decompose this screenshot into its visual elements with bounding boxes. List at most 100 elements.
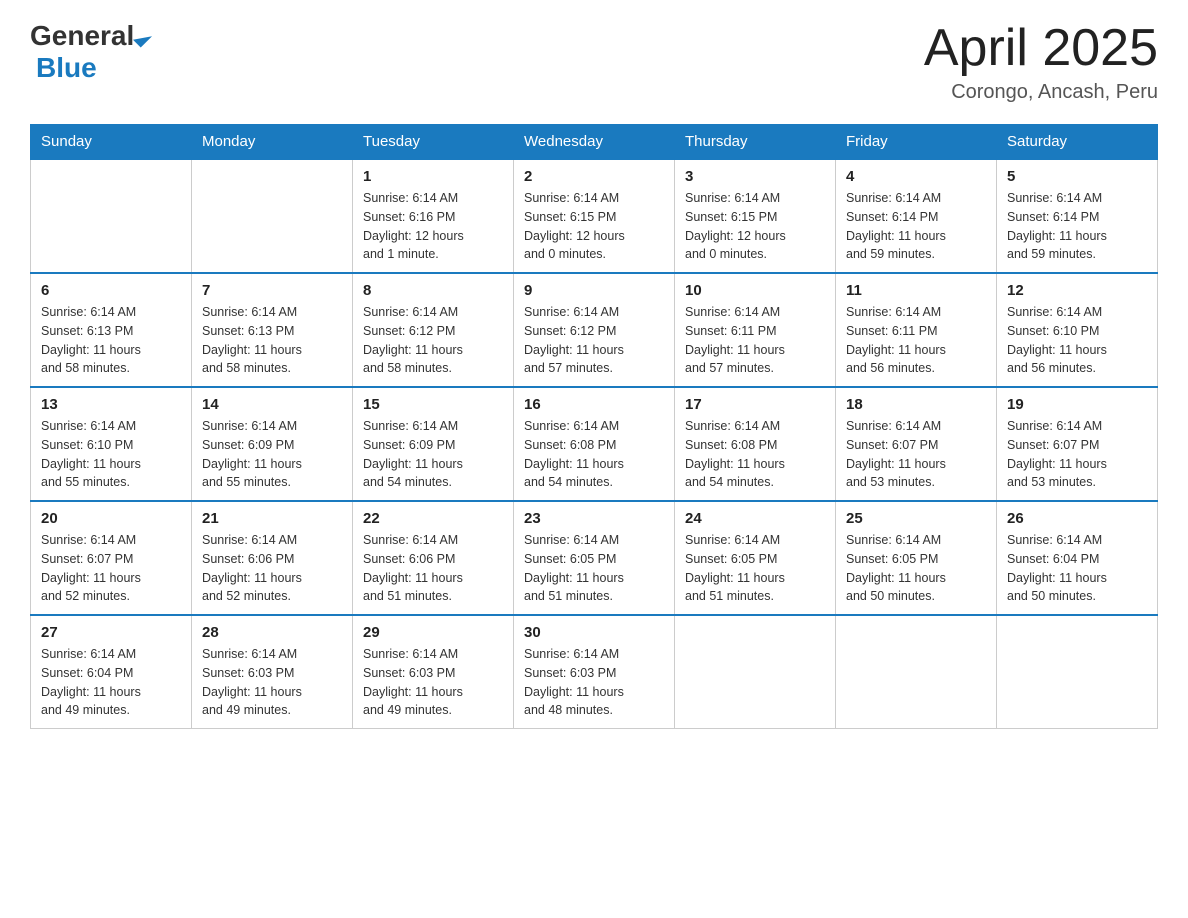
day-info: Sunrise: 6:14 AM Sunset: 6:07 PM Dayligh… bbox=[41, 531, 181, 606]
day-number: 15 bbox=[363, 396, 503, 413]
calendar-cell: 9Sunrise: 6:14 AM Sunset: 6:12 PM Daylig… bbox=[514, 273, 675, 387]
logo: General Blue bbox=[30, 20, 148, 84]
day-number: 17 bbox=[685, 396, 825, 413]
weekday-header-sunday: Sunday bbox=[31, 125, 192, 160]
day-info: Sunrise: 6:14 AM Sunset: 6:13 PM Dayligh… bbox=[41, 303, 181, 378]
day-number: 12 bbox=[1007, 282, 1147, 299]
day-info: Sunrise: 6:14 AM Sunset: 6:04 PM Dayligh… bbox=[41, 645, 181, 720]
day-info: Sunrise: 6:14 AM Sunset: 6:08 PM Dayligh… bbox=[524, 417, 664, 492]
day-info: Sunrise: 6:14 AM Sunset: 6:14 PM Dayligh… bbox=[846, 189, 986, 264]
day-number: 21 bbox=[202, 510, 342, 527]
calendar-cell: 18 Sunrise: 6:14 AM Sunset: 6:07 PM Dayli… bbox=[836, 387, 997, 501]
day-number: 28 bbox=[202, 624, 342, 641]
calendar-cell: 11 Sunrise: 6:14 AM Sunset: 6:11 PM Dayli… bbox=[836, 273, 997, 387]
day-info: Sunrise: 6:14 AM Sunset: 6:12 PM Dayligh… bbox=[363, 303, 503, 378]
calendar-cell: 28 Sunrise: 6:14 AM Sunset: 6:03 PM Dayli… bbox=[192, 615, 353, 729]
title-block: April 2025 Corongo, Ancash, Peru bbox=[924, 20, 1158, 104]
calendar-cell: 12Sunrise: 6:14 AM Sunset: 6:10 PM Dayli… bbox=[997, 273, 1158, 387]
day-info: Sunrise: 6:14 AM Sunset: 6:07 PM Dayligh… bbox=[1007, 417, 1147, 492]
calendar-week-row: 20 Sunrise: 6:14 AM Sunset: 6:07 PM Dayli… bbox=[31, 501, 1158, 615]
calendar-cell: 14Sunrise: 6:14 AM Sunset: 6:09 PM Dayli… bbox=[192, 387, 353, 501]
calendar-cell: 8 Sunrise: 6:14 AM Sunset: 6:12 PM Daylig… bbox=[353, 273, 514, 387]
day-number: 2 bbox=[524, 168, 664, 185]
calendar-cell: 23 Sunrise: 6:14 AM Sunset: 6:05 PM Dayli… bbox=[514, 501, 675, 615]
day-number: 9 bbox=[524, 282, 664, 299]
day-number: 11 bbox=[846, 282, 986, 299]
day-number: 27 bbox=[41, 624, 181, 641]
day-info: Sunrise: 6:14 AM Sunset: 6:06 PM Dayligh… bbox=[202, 531, 342, 606]
weekday-header-tuesday: Tuesday bbox=[353, 125, 514, 160]
day-info: Sunrise: 6:14 AM Sunset: 6:07 PM Dayligh… bbox=[846, 417, 986, 492]
calendar-cell bbox=[31, 159, 192, 273]
calendar-table: SundayMondayTuesdayWednesdayThursdayFrid… bbox=[30, 124, 1158, 729]
day-info: Sunrise: 6:14 AM Sunset: 6:03 PM Dayligh… bbox=[202, 645, 342, 720]
weekday-header-monday: Monday bbox=[192, 125, 353, 160]
day-info: Sunrise: 6:14 AM Sunset: 6:11 PM Dayligh… bbox=[846, 303, 986, 378]
day-number: 18 bbox=[846, 396, 986, 413]
calendar-cell: 6 Sunrise: 6:14 AM Sunset: 6:13 PM Daylig… bbox=[31, 273, 192, 387]
day-number: 3 bbox=[685, 168, 825, 185]
day-info: Sunrise: 6:14 AM Sunset: 6:15 PM Dayligh… bbox=[685, 189, 825, 264]
day-info: Sunrise: 6:14 AM Sunset: 6:08 PM Dayligh… bbox=[685, 417, 825, 492]
calendar-cell bbox=[836, 615, 997, 729]
calendar-cell: 4 Sunrise: 6:14 AM Sunset: 6:14 PM Daylig… bbox=[836, 159, 997, 273]
calendar-cell bbox=[997, 615, 1158, 729]
weekday-header-row: SundayMondayTuesdayWednesdayThursdayFrid… bbox=[31, 125, 1158, 160]
day-number: 5 bbox=[1007, 168, 1147, 185]
day-info: Sunrise: 6:14 AM Sunset: 6:04 PM Dayligh… bbox=[1007, 531, 1147, 606]
day-info: Sunrise: 6:14 AM Sunset: 6:15 PM Dayligh… bbox=[524, 189, 664, 264]
calendar-cell: 29 Sunrise: 6:14 AM Sunset: 6:03 PM Dayli… bbox=[353, 615, 514, 729]
calendar-cell bbox=[192, 159, 353, 273]
calendar-cell: 25 Sunrise: 6:14 AM Sunset: 6:05 PM Dayli… bbox=[836, 501, 997, 615]
calendar-cell: 27 Sunrise: 6:14 AM Sunset: 6:04 PM Dayli… bbox=[31, 615, 192, 729]
day-info: Sunrise: 6:14 AM Sunset: 6:11 PM Dayligh… bbox=[685, 303, 825, 378]
calendar-cell: 20 Sunrise: 6:14 AM Sunset: 6:07 PM Dayli… bbox=[31, 501, 192, 615]
day-number: 23 bbox=[524, 510, 664, 527]
calendar-cell bbox=[675, 615, 836, 729]
logo-blue-text: Blue bbox=[36, 52, 97, 84]
day-info: Sunrise: 6:14 AM Sunset: 6:13 PM Dayligh… bbox=[202, 303, 342, 378]
day-number: 29 bbox=[363, 624, 503, 641]
day-number: 4 bbox=[846, 168, 986, 185]
calendar-cell: 3 Sunrise: 6:14 AM Sunset: 6:15 PM Daylig… bbox=[675, 159, 836, 273]
day-number: 25 bbox=[846, 510, 986, 527]
calendar-cell: 26 Sunrise: 6:14 AM Sunset: 6:04 PM Dayli… bbox=[997, 501, 1158, 615]
day-info: Sunrise: 6:14 AM Sunset: 6:05 PM Dayligh… bbox=[846, 531, 986, 606]
month-title: April 2025 bbox=[924, 20, 1158, 77]
day-number: 13 bbox=[41, 396, 181, 413]
day-info: Sunrise: 6:14 AM Sunset: 6:03 PM Dayligh… bbox=[363, 645, 503, 720]
day-number: 6 bbox=[41, 282, 181, 299]
weekday-header-saturday: Saturday bbox=[997, 125, 1158, 160]
page-header: General Blue April 2025 Corongo, Ancash,… bbox=[30, 20, 1158, 104]
calendar-week-row: 13 Sunrise: 6:14 AM Sunset: 6:10 PM Dayli… bbox=[31, 387, 1158, 501]
day-info: Sunrise: 6:14 AM Sunset: 6:09 PM Dayligh… bbox=[202, 417, 342, 492]
day-info: Sunrise: 6:14 AM Sunset: 6:10 PM Dayligh… bbox=[41, 417, 181, 492]
day-info: Sunrise: 6:14 AM Sunset: 6:16 PM Dayligh… bbox=[363, 189, 503, 264]
calendar-cell: 10 Sunrise: 6:14 AM Sunset: 6:11 PM Dayli… bbox=[675, 273, 836, 387]
calendar-cell: 21 Sunrise: 6:14 AM Sunset: 6:06 PM Dayli… bbox=[192, 501, 353, 615]
day-info: Sunrise: 6:14 AM Sunset: 6:09 PM Dayligh… bbox=[363, 417, 503, 492]
location-subtitle: Corongo, Ancash, Peru bbox=[924, 81, 1158, 104]
calendar-cell: 15 Sunrise: 6:14 AM Sunset: 6:09 PM Dayli… bbox=[353, 387, 514, 501]
weekday-header-wednesday: Wednesday bbox=[514, 125, 675, 160]
calendar-cell: 22Sunrise: 6:14 AM Sunset: 6:06 PM Dayli… bbox=[353, 501, 514, 615]
calendar-cell: 16Sunrise: 6:14 AM Sunset: 6:08 PM Dayli… bbox=[514, 387, 675, 501]
day-number: 22 bbox=[363, 510, 503, 527]
calendar-cell: 17 Sunrise: 6:14 AM Sunset: 6:08 PM Dayli… bbox=[675, 387, 836, 501]
day-number: 1 bbox=[363, 168, 503, 185]
logo-triangle-icon bbox=[133, 28, 152, 47]
calendar-cell: 19 Sunrise: 6:14 AM Sunset: 6:07 PM Dayli… bbox=[997, 387, 1158, 501]
day-info: Sunrise: 6:14 AM Sunset: 6:05 PM Dayligh… bbox=[524, 531, 664, 606]
day-info: Sunrise: 6:14 AM Sunset: 6:03 PM Dayligh… bbox=[524, 645, 664, 720]
calendar-cell: 24Sunrise: 6:14 AM Sunset: 6:05 PM Dayli… bbox=[675, 501, 836, 615]
day-number: 8 bbox=[363, 282, 503, 299]
calendar-cell: 30 Sunrise: 6:14 AM Sunset: 6:03 PM Dayli… bbox=[514, 615, 675, 729]
calendar-cell: 2 Sunrise: 6:14 AM Sunset: 6:15 PM Daylig… bbox=[514, 159, 675, 273]
day-number: 26 bbox=[1007, 510, 1147, 527]
calendar-cell: 1 Sunrise: 6:14 AM Sunset: 6:16 PM Daylig… bbox=[353, 159, 514, 273]
day-number: 19 bbox=[1007, 396, 1147, 413]
calendar-cell: 13 Sunrise: 6:14 AM Sunset: 6:10 PM Dayli… bbox=[31, 387, 192, 501]
day-number: 20 bbox=[41, 510, 181, 527]
day-number: 10 bbox=[685, 282, 825, 299]
day-number: 30 bbox=[524, 624, 664, 641]
